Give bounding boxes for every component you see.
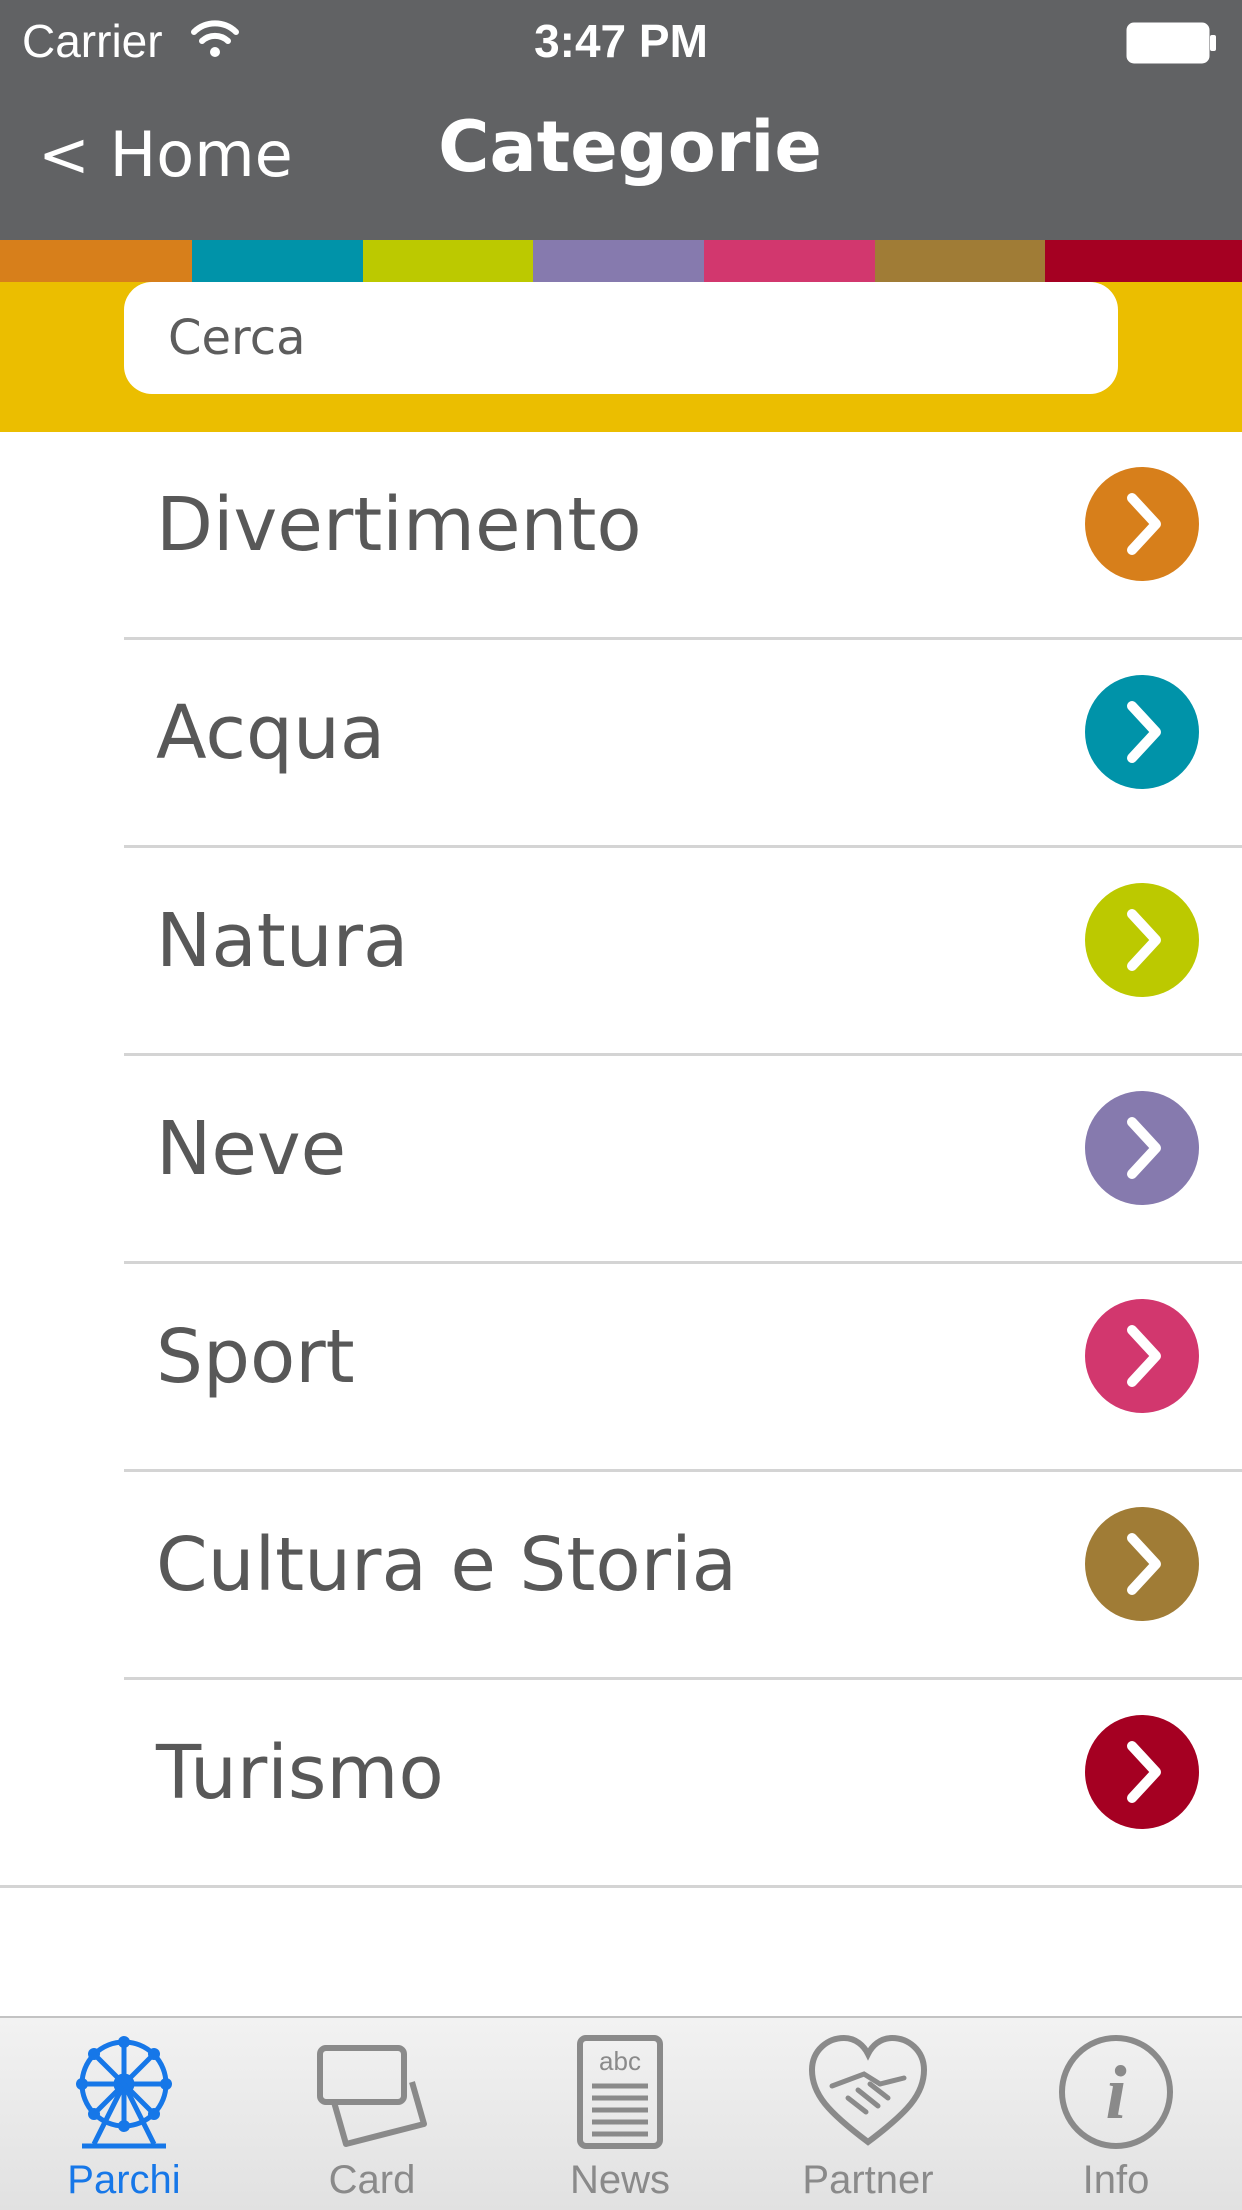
color-strip-segment <box>875 240 1045 282</box>
cards-icon <box>317 2045 427 2147</box>
search-placeholder: Cerca <box>168 310 306 366</box>
category-row-acqua[interactable]: Acqua <box>124 640 1242 848</box>
status-bar: Carrier 3:47 PM <box>0 0 1242 84</box>
category-label: Natura <box>156 898 409 984</box>
navigation-header: Carrier 3:47 PM < Home Categorie <box>0 0 1242 240</box>
category-label: Acqua <box>156 690 386 776</box>
tab-label: Info <box>1082 2158 1150 2202</box>
search-bar: Cerca <box>0 282 1242 432</box>
chevron-right-icon[interactable] <box>1084 1298 1200 1414</box>
page-title: Categorie <box>438 106 822 188</box>
color-strip-segment <box>533 240 704 282</box>
category-label: Turismo <box>156 1730 444 1816</box>
handshake-icon <box>808 2034 928 2146</box>
category-row-cultura-e-storia[interactable]: Cultura e Storia <box>124 1472 1242 1680</box>
chevron-right-icon[interactable] <box>1084 1714 1200 1830</box>
tab-news[interactable]: abc News <box>496 2018 744 2210</box>
tab-label: Partner <box>802 2158 934 2202</box>
category-label: Sport <box>156 1314 355 1400</box>
category-list: Divertimento Acqua Natura Neve Sport Cul… <box>0 432 1242 1888</box>
chevron-right-icon[interactable] <box>1084 466 1200 582</box>
tab-parchi[interactable]: Parchi <box>0 2018 248 2210</box>
chevron-right-icon[interactable] <box>1084 882 1200 998</box>
color-strip-segment <box>0 240 192 282</box>
color-strip-segment <box>192 240 363 282</box>
svg-text:abc: abc <box>599 2046 641 2076</box>
category-row-sport[interactable]: Sport <box>124 1264 1242 1472</box>
tab-bar: Parchi Card abc News Partner i Info <box>0 2016 1242 2210</box>
svg-text:i: i <box>1105 2051 1126 2135</box>
category-row-neve[interactable]: Neve <box>124 1056 1242 1264</box>
tab-label: Parchi <box>67 2158 181 2202</box>
color-strip-segment <box>1045 240 1242 282</box>
ferris-wheel-icon <box>76 2036 172 2149</box>
info-icon: i <box>1059 2035 1173 2149</box>
chevron-right-icon[interactable] <box>1084 674 1200 790</box>
category-label: Neve <box>156 1106 347 1192</box>
category-label: Divertimento <box>156 482 642 568</box>
tab-info[interactable]: i Info <box>992 2018 1240 2210</box>
color-strip-segment <box>704 240 875 282</box>
status-time: 3:47 PM <box>534 15 708 67</box>
category-label: Cultura e Storia <box>156 1522 737 1608</box>
tab-card[interactable]: Card <box>248 2018 496 2210</box>
newspaper-icon: abc <box>577 2035 663 2149</box>
tab-partner[interactable]: Partner <box>744 2018 992 2210</box>
chevron-right-icon[interactable] <box>1084 1506 1200 1622</box>
tab-label: Card <box>328 2158 416 2202</box>
category-color-strip <box>0 240 1242 282</box>
tab-label: News <box>569 2158 671 2202</box>
chevron-right-icon[interactable] <box>1084 1090 1200 1206</box>
category-row-turismo[interactable]: Turismo <box>0 1680 1242 1888</box>
battery-icon <box>1126 22 1216 64</box>
search-input[interactable]: Cerca <box>124 282 1118 394</box>
category-row-divertimento[interactable]: Divertimento <box>124 432 1242 640</box>
color-strip-segment <box>363 240 533 282</box>
category-row-natura[interactable]: Natura <box>124 848 1242 1056</box>
